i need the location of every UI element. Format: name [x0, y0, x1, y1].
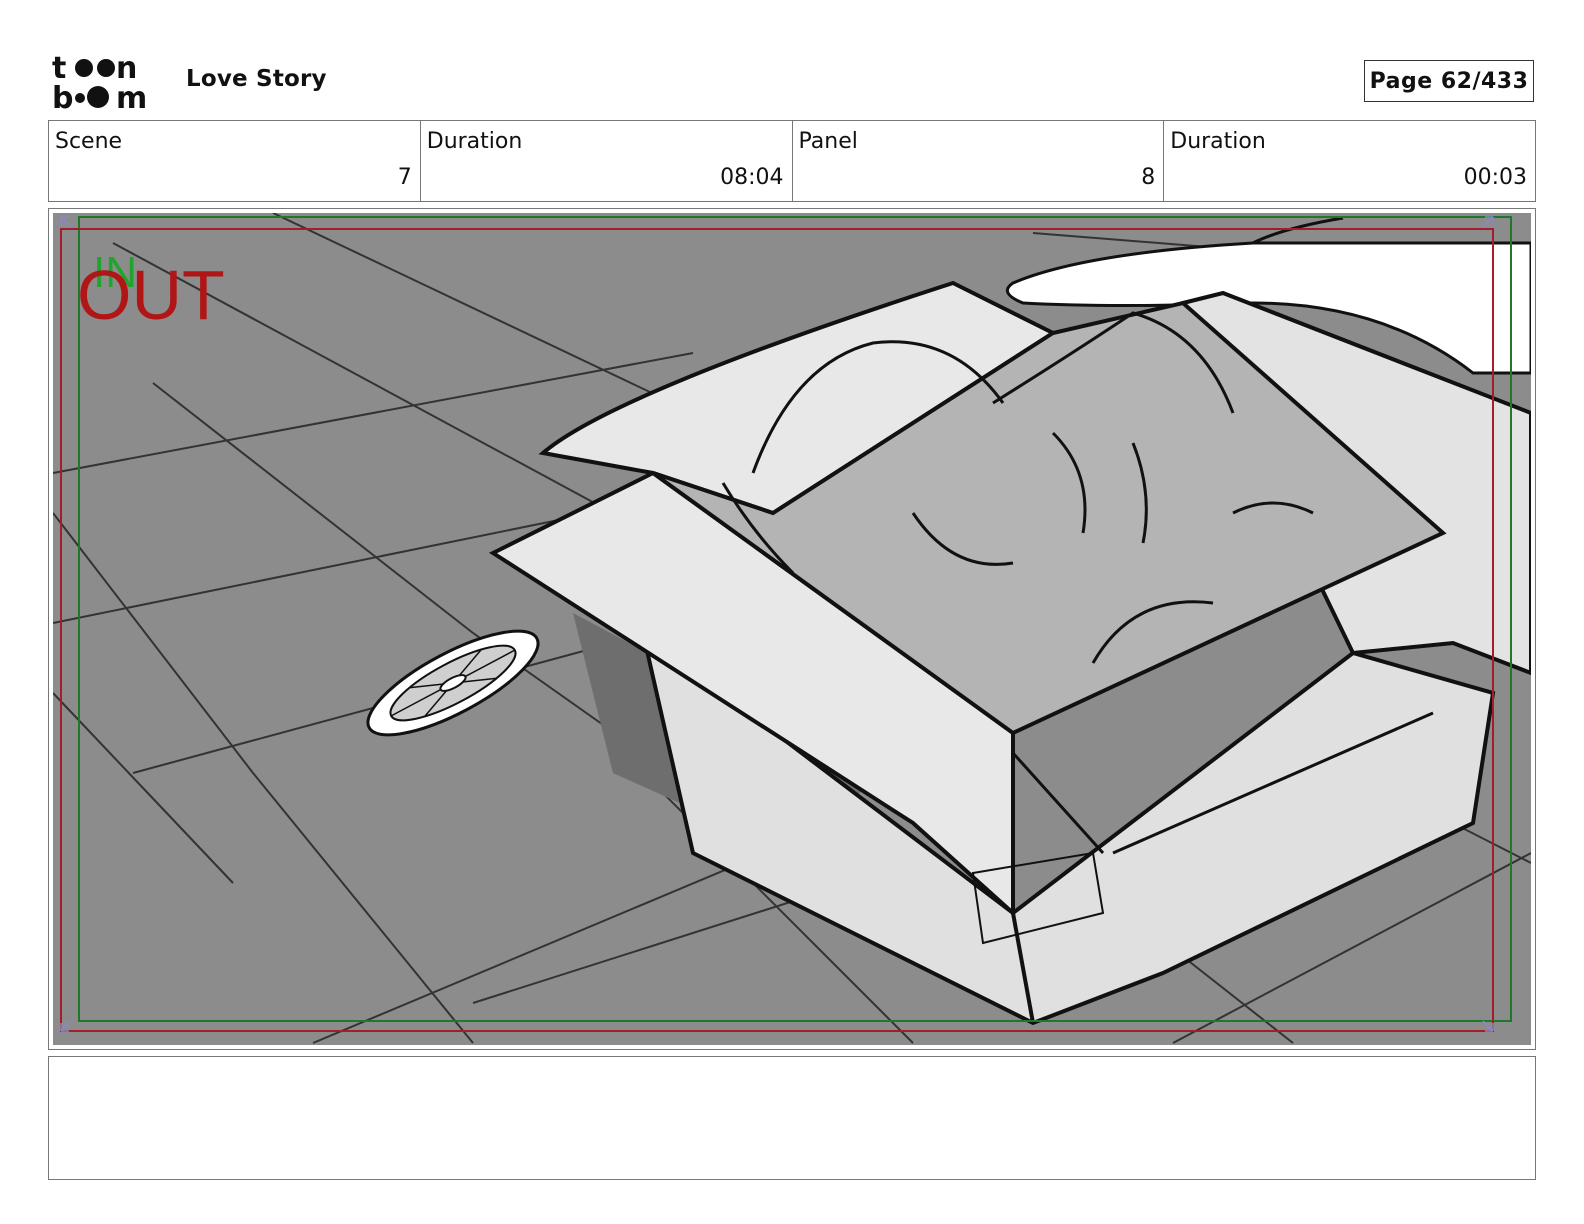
scene-value: 7	[397, 165, 412, 190]
panel-value: 8	[1141, 165, 1156, 190]
page-label: Page	[1369, 68, 1433, 94]
page-number: 62/433	[1440, 68, 1529, 94]
out-marker: OUT	[77, 256, 225, 334]
scene-cell: Scene 7	[49, 121, 421, 201]
page-indicator: Page 62/433	[1364, 60, 1534, 102]
scene-duration-label: Duration	[426, 129, 523, 154]
panel-duration-value: 00:03	[1463, 165, 1527, 190]
panel-duration-label: Duration	[1170, 129, 1266, 154]
panel-notes-box[interactable]	[48, 1056, 1536, 1180]
scene-duration-cell: Duration 08:04	[421, 121, 793, 201]
scene-duration-value: 08:04	[720, 165, 784, 190]
panel-duration-cell: Duration 00:03	[1164, 121, 1535, 201]
panel-label: Panel	[798, 129, 858, 154]
project-title: Love Story	[186, 66, 327, 92]
logo-glyphs: t n b m	[52, 51, 147, 112]
toon-boom-logo: t n b m	[52, 51, 147, 112]
svg-text:b: b	[52, 81, 73, 112]
storyboard-panel: IN OUT	[48, 208, 1536, 1050]
panel-info-table: Scene 7 Duration 08:04 Panel 8 Duration …	[48, 120, 1536, 202]
svg-text:m: m	[116, 81, 147, 112]
scene-label: Scene	[55, 129, 123, 154]
panel-drawing: IN OUT	[53, 213, 1531, 1045]
panel-cell: Panel 8	[793, 121, 1165, 201]
